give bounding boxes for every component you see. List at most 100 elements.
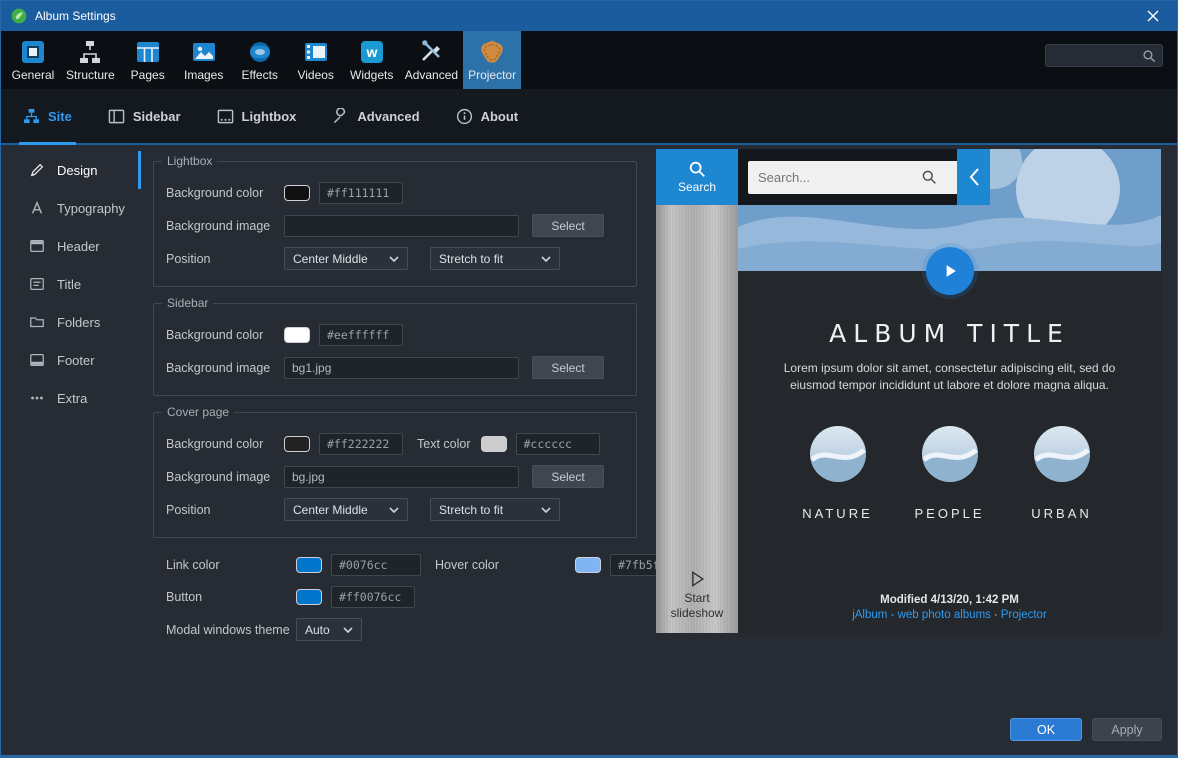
preview-cover-page: ALBUM TITLE Lorem ipsum dolor sit amet, … [738,271,1161,633]
images-icon [191,39,217,65]
pages-icon [135,39,161,65]
toolbar-tab-projector[interactable]: Projector [463,31,521,89]
toolbar-tab-pages[interactable]: Pages [120,31,176,89]
folder-thumbnail [810,426,866,482]
effects-icon [247,39,273,65]
button-color-input[interactable] [331,586,415,608]
play-button[interactable] [926,247,974,295]
lightbox-bg-color-swatch[interactable] [284,185,310,201]
folder-thumbnail [922,426,978,482]
subtab-sidebar[interactable]: Sidebar [108,89,181,143]
toolbar-search-input[interactable] [1052,49,1142,63]
play-icon [940,261,960,281]
lightbox-bg-image-select-button[interactable]: Select [532,214,604,237]
modal-theme-row: Modal windows theme Auto [166,618,637,641]
sidenav-item-folders[interactable]: Folders [1,303,141,341]
toolbar-tab-widgets[interactable]: w Widgets [344,31,400,89]
sidenav-item-title[interactable]: Title [1,265,141,303]
lightbox-position-row: Position Center Middle Stretch to fit [166,247,624,270]
ok-button[interactable]: OK [1010,718,1082,741]
toolbar-tab-effects[interactable]: Effects [232,31,288,89]
preview-search-button[interactable]: Search [656,149,738,205]
chevron-down-icon [343,627,353,633]
lightbox-bg-color-input[interactable] [319,182,403,204]
sidebar-icon [108,108,125,125]
folder-urban[interactable]: URBAN [1034,426,1090,521]
design-icon [29,162,45,178]
cover-bg-image-select-button[interactable]: Select [532,465,604,488]
sidebar-group: Sidebar Background color Background imag… [153,303,637,396]
general-icon [20,39,46,65]
footer-icon [29,352,45,368]
toolbar-tab-videos[interactable]: Videos [288,31,344,89]
sidebar-bg-image-row: Background image Select [166,356,624,379]
advanced-icon [418,39,444,65]
play-outline-icon [687,569,707,589]
sidenav-item-footer[interactable]: Footer [1,341,141,379]
sidenav-item-header[interactable]: Header [1,227,141,265]
sidebar-bg-image-input[interactable] [284,357,519,379]
subtab-advanced[interactable]: Advanced [332,89,419,143]
subtab-site[interactable]: Site [23,89,72,143]
svg-text:w: w [365,44,377,60]
cover-bg-image-input[interactable] [284,466,519,488]
toolbar-tab-structure[interactable]: Structure [61,31,120,89]
toolbar-tab-images[interactable]: Images [176,31,232,89]
lightbox-position-dropdown[interactable]: Center Middle [284,247,408,270]
search-icon [1142,49,1156,63]
collapse-panel-button[interactable] [957,149,990,205]
apply-button[interactable]: Apply [1092,718,1162,741]
link-color-swatch[interactable] [296,557,322,573]
cover-text-color-input[interactable] [516,433,600,455]
cover-bg-image-row: Background image Select [166,465,624,488]
link-color-row: Link color Hover color [166,554,637,576]
magnifier-icon[interactable] [921,169,937,185]
sidenav-item-extra[interactable]: Extra [1,379,141,417]
sidebar-bg-color-row: Background color [166,324,624,346]
folder-nature[interactable]: NATURE [810,426,866,521]
toolbar-tab-advanced[interactable]: Advanced [400,31,463,89]
close-icon[interactable] [1139,5,1167,27]
cover-bg-color-input[interactable] [319,433,403,455]
lightbox-scale-dropdown[interactable]: Stretch to fit [430,247,560,270]
subtab-about[interactable]: About [456,89,519,143]
lightbox-bg-color-row: Background color [166,182,624,204]
sidebar-bg-color-swatch[interactable] [284,327,310,343]
button-color-swatch[interactable] [296,589,322,605]
sidenav-item-design[interactable]: Design [1,151,141,189]
cover-position-dropdown[interactable]: Center Middle [284,498,408,521]
subtab-lightbox[interactable]: Lightbox [217,89,297,143]
cover-text-color-swatch[interactable] [481,436,507,452]
ellipsis-icon [29,390,45,406]
cover-scale-dropdown[interactable]: Stretch to fit [430,498,560,521]
folder-thumbnails: NATURE PEOPLE URBAN [738,426,1161,521]
folder-people[interactable]: PEOPLE [922,426,978,521]
lightbox-group: Lightbox Background color Background ima… [153,161,637,287]
toolbar: General Structure Pages Images Effects V… [1,31,1177,89]
sidenav-item-typography[interactable]: Typography [1,189,141,227]
hover-color-swatch[interactable] [575,557,601,573]
wrench-icon [332,108,349,125]
projector-link[interactable]: Projector [1001,609,1047,621]
chevron-down-icon [541,256,551,262]
toolbar-tab-general[interactable]: General [5,31,61,89]
lightbox-bg-image-input[interactable] [284,215,519,237]
link-color-input[interactable] [331,554,421,576]
preview-search-bar [738,149,957,205]
start-slideshow-button[interactable]: Start slideshow [664,569,730,621]
settings-content: Lightbox Background color Background ima… [153,161,637,651]
cover-bg-color-row: Background color Text color [166,433,624,455]
toolbar-search [1045,44,1163,67]
album-title: ALBUM TITLE [738,319,1161,348]
sidebar-group-legend: Sidebar [162,296,213,310]
jalbum-link[interactable]: jAlbum - web photo albums [852,609,991,621]
cover-bg-color-swatch[interactable] [284,436,310,452]
sidebar-bg-image-select-button[interactable]: Select [532,356,604,379]
structure-icon [77,39,103,65]
album-description: Lorem ipsum dolor sit amet, consectetur … [774,360,1126,394]
sidebar-bg-color-input[interactable] [319,324,403,346]
modal-theme-dropdown[interactable]: Auto [296,618,362,641]
preview-sidebar: Start slideshow [656,205,738,633]
chevron-down-icon [541,507,551,513]
settings-sidenav: Design Typography Header Title Folders F… [1,151,141,417]
